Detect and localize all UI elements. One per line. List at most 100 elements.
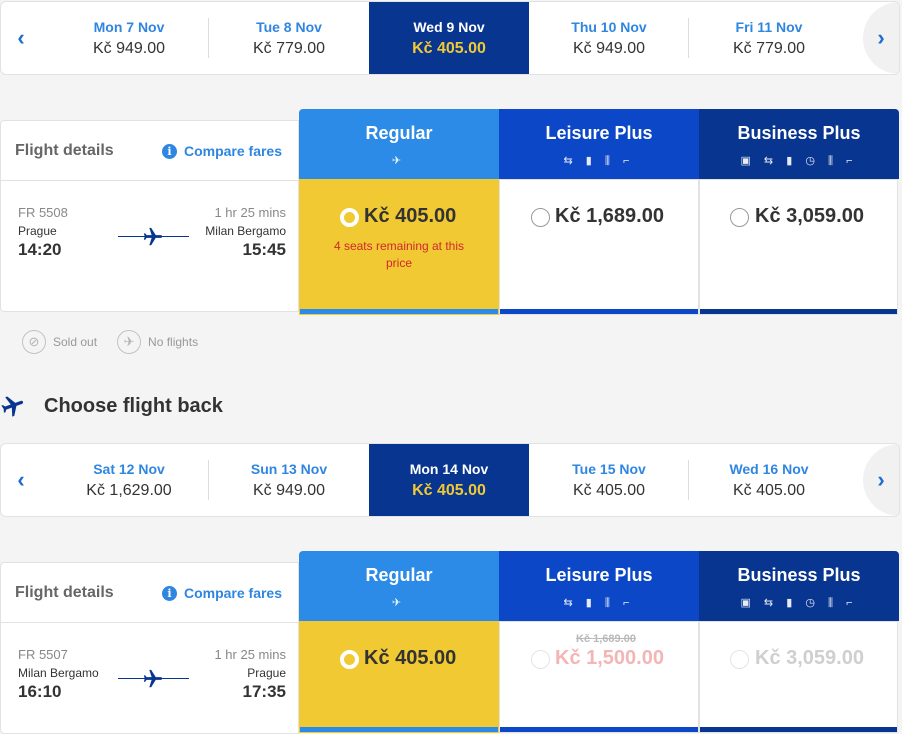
fare-underline: [500, 309, 698, 314]
outbound-flight-info: FR 5508 Prague 14:20 1 hr 25 mins Milan …: [0, 180, 299, 312]
fare-underline: [300, 727, 498, 732]
fare-price: Kč 3,059.00: [755, 205, 864, 227]
date-price: Kč 405.00: [572, 482, 646, 499]
date-price: Kč 405.00: [412, 40, 486, 57]
fare-name: Regular: [365, 123, 433, 143]
inbound-fare-business-plus-option[interactable]: Kč 3,059.00: [699, 621, 898, 733]
fare-header-business-plus: Business Plus ▣ ⇆ ▮ ◷ ⫼ ⌐: [699, 109, 899, 179]
date-label: Tue 8 Nov: [256, 19, 322, 35]
date-price: Kč 949.00: [252, 482, 326, 499]
fare-name: Business Plus: [737, 565, 861, 585]
fare-underline: [300, 309, 498, 314]
fare-underline: [700, 727, 897, 732]
date-price: Kč 405.00: [732, 482, 806, 499]
date-price: Kč 1,629.00: [86, 482, 172, 499]
fare-price: Kč 3,059.00: [755, 647, 864, 669]
fare-name: Business Plus: [737, 123, 861, 143]
date-price: Kč 779.00: [252, 40, 326, 57]
fare-radio-selected[interactable]: [340, 208, 359, 227]
compare-fares-label: Compare fares: [183, 585, 282, 601]
fare-benefits-icons: ▣ ⇆ ▮ ◷ ⫼ ⌐: [740, 155, 858, 167]
outbound-date-bar: ‹ Mon 7 Nov Kč 949.00 Tue 8 Nov Kč 779.0…: [0, 1, 900, 75]
sold-out-icon: ⊘: [22, 330, 46, 354]
flight-number: FR 5508: [18, 205, 68, 220]
fare-benefits-icons: ⇆ ▮ ⫼ ⌐: [563, 155, 635, 167]
departure-time: 14:20: [18, 240, 62, 259]
fare-price: Kč 405.00: [364, 205, 457, 227]
original-price-strikethrough: Kč 1,689.00: [576, 633, 636, 645]
outbound-next-dates-button[interactable]: ›: [863, 2, 899, 74]
date-label: Mon 14 Nov: [409, 461, 489, 477]
fare-name: Leisure Plus: [545, 123, 653, 143]
date-label: Wed 16 Nov: [729, 461, 809, 477]
compare-fares-link[interactable]: i Compare fares: [161, 143, 282, 159]
inbound-next-dates-button[interactable]: ›: [863, 444, 899, 516]
outbound-date-1[interactable]: Tue 8 Nov Kč 779.00: [209, 2, 369, 74]
legend-label: No flights: [148, 335, 199, 349]
inbound-date-4[interactable]: Wed 16 Nov Kč 405.00: [689, 444, 849, 516]
outbound-fare-business-plus-option[interactable]: Kč 3,059.00: [699, 179, 898, 315]
outbound-date-2-selected[interactable]: Wed 9 Nov Kč 405.00: [369, 2, 529, 74]
fare-price: Kč 1,500.00: [555, 647, 664, 669]
date-label: Sun 13 Nov: [250, 461, 328, 477]
inbound-fare-regular-option[interactable]: Kč 405.00: [299, 621, 499, 733]
outbound-date-0[interactable]: Mon 7 Nov Kč 949.00: [49, 2, 209, 74]
date-label: Wed 9 Nov: [413, 19, 485, 35]
chevron-left-icon: ‹: [17, 25, 25, 50]
inbound-date-1[interactable]: Sun 13 Nov Kč 949.00: [209, 444, 369, 516]
fare-name: Leisure Plus: [545, 565, 653, 585]
plane-icon: [1, 396, 24, 417]
date-price: Kč 779.00: [732, 40, 806, 57]
inbound-date-2-selected[interactable]: Mon 14 Nov Kč 405.00: [369, 444, 529, 516]
fare-radio[interactable]: [531, 650, 550, 669]
destination-airport: Prague: [247, 666, 286, 680]
date-label: Thu 10 Nov: [571, 19, 647, 35]
inbound-fare-leisure-plus-option[interactable]: Kč 1,689.00 Kč 1,500.00: [499, 621, 699, 733]
flight-details-title: Flight details: [15, 142, 114, 159]
legend-no-flights: ✈ No flights: [117, 330, 198, 354]
chevron-right-icon: ›: [877, 25, 885, 50]
plane-icon: [143, 669, 163, 688]
fare-underline: [500, 727, 698, 732]
destination-airport: Milan Bergamo: [205, 224, 286, 238]
inbound-date-0[interactable]: Sat 12 Nov Kč 1,629.00: [49, 444, 209, 516]
return-section-heading: Choose flight back: [0, 393, 223, 419]
fare-radio[interactable]: [730, 650, 749, 669]
return-title: Choose flight back: [44, 394, 223, 417]
fare-price: Kč 405.00: [364, 647, 457, 669]
flight-duration: 1 hr 25 mins: [214, 647, 286, 662]
seats-remaining-note: 4 seats remaining at this price: [333, 239, 465, 270]
flight-duration: 1 hr 25 mins: [214, 205, 286, 220]
inbound-prev-dates-button[interactable]: ‹: [1, 444, 41, 516]
fare-benefits-icons: ▣ ⇆ ▮ ◷ ⫼ ⌐: [740, 597, 858, 609]
origin-airport: Prague: [18, 224, 57, 238]
chevron-left-icon: ‹: [17, 467, 25, 492]
origin-airport: Milan Bergamo: [18, 666, 99, 680]
plane-icon: ✈: [391, 155, 407, 167]
outbound-date-3[interactable]: Thu 10 Nov Kč 949.00: [529, 2, 689, 74]
outbound-fare-leisure-plus-option[interactable]: Kč 1,689.00: [499, 179, 699, 315]
date-price: Kč 405.00: [412, 482, 486, 499]
date-label: Sat 12 Nov: [93, 461, 165, 477]
compare-fares-label: Compare fares: [183, 143, 282, 159]
outbound-details-header: Flight details i Compare fares: [0, 120, 299, 180]
fare-name: Regular: [365, 565, 433, 585]
chevron-right-icon: ›: [877, 467, 885, 492]
date-label: Tue 15 Nov: [572, 461, 646, 477]
legend-sold-out: ⊘ Sold out: [22, 330, 97, 354]
date-price: Kč 949.00: [572, 40, 646, 57]
compare-fares-link[interactable]: i Compare fares: [161, 585, 282, 601]
fare-radio-selected[interactable]: [340, 650, 359, 669]
fare-radio[interactable]: [531, 208, 550, 227]
inbound-details-header: Flight details i Compare fares: [0, 562, 299, 622]
no-flights-icon: ✈: [117, 330, 142, 354]
outbound-prev-dates-button[interactable]: ‹: [1, 2, 41, 74]
outbound-fare-regular-option[interactable]: Kč 405.00 4 seats remaining at this pric…: [299, 179, 499, 315]
inbound-date-3[interactable]: Tue 15 Nov Kč 405.00: [529, 444, 689, 516]
inbound-flight-info: FR 5507 Milan Bergamo 16:10 1 hr 25 mins…: [0, 622, 299, 734]
outbound-date-4[interactable]: Fri 11 Nov Kč 779.00: [689, 2, 849, 74]
inbound-date-bar: ‹ Sat 12 Nov Kč 1,629.00 Sun 13 Nov Kč 9…: [0, 443, 900, 517]
legend-label: Sold out: [53, 335, 98, 349]
plane-icon: ✈: [391, 597, 407, 609]
fare-radio[interactable]: [730, 208, 749, 227]
